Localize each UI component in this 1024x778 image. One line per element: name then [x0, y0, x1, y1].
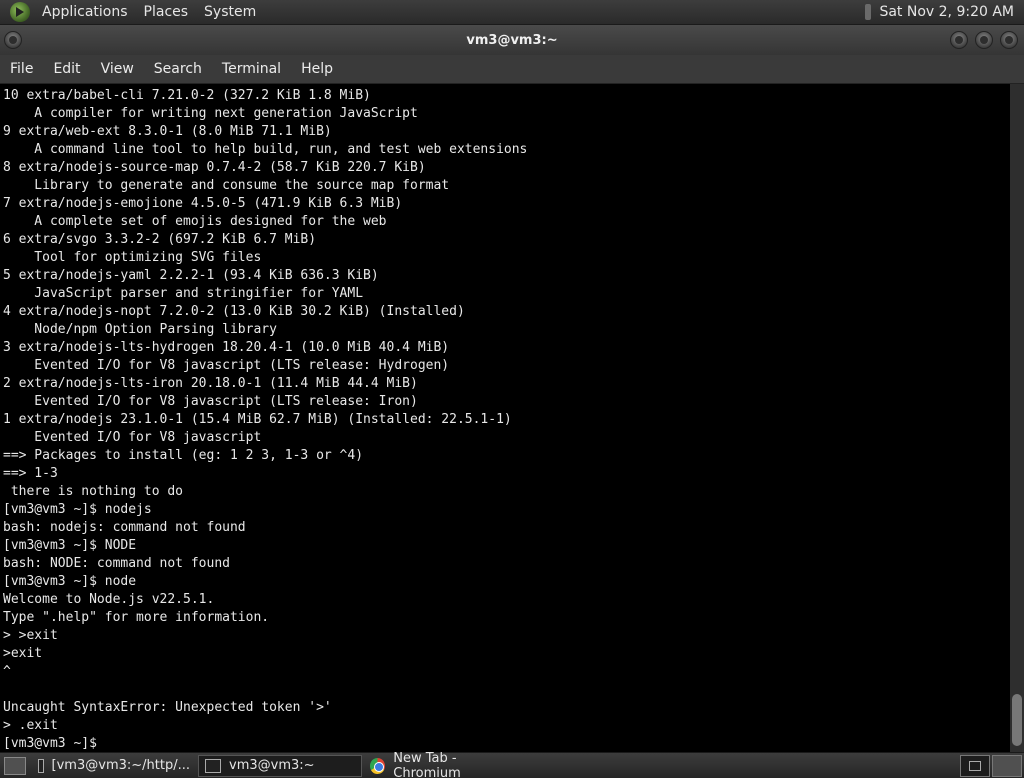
- window-menu-button[interactable]: [4, 31, 22, 49]
- applications-menu[interactable]: Applications: [34, 4, 136, 20]
- terminal-line: [vm3@vm3 ~]$: [3, 736, 97, 751]
- terminal-line: 3 extra/nodejs-lts-hydrogen 18.20.4-1 (1…: [3, 340, 450, 355]
- minimize-button[interactable]: [950, 31, 968, 49]
- taskbar-item-terminal-home[interactable]: vm3@vm3:~: [198, 754, 362, 777]
- menu-bar: File Edit View Search Terminal Help: [0, 55, 1024, 84]
- show-desktop-icon[interactable]: [4, 756, 26, 775]
- menu-help[interactable]: Help: [291, 61, 343, 77]
- window-title: vm3@vm3:~: [466, 32, 558, 48]
- terminal-line: Uncaught SyntaxError: Unexpected token '…: [3, 700, 332, 715]
- taskbar-item-chromium[interactable]: New Tab - Chromium: [364, 751, 528, 778]
- terminal-line: there is nothing to do: [3, 484, 184, 499]
- terminal-line: 7 extra/nodejs-emojione 4.5.0-5 (471.9 K…: [3, 196, 403, 211]
- menu-view[interactable]: View: [91, 61, 144, 77]
- terminal-line: 4 extra/nodejs-nopt 7.2.0-2 (13.0 KiB 30…: [3, 304, 465, 319]
- places-menu[interactable]: Places: [136, 4, 197, 20]
- terminal-line: Library to generate and consume the sour…: [3, 178, 450, 193]
- terminal-line: [vm3@vm3 ~]$ node: [3, 574, 137, 589]
- terminal-line: A compiler for writing next generation J…: [3, 106, 418, 121]
- terminal-line: 9 extra/web-ext 8.3.0-1 (8.0 MiB 71.1 Mi…: [3, 124, 332, 139]
- terminal-line: Welcome to Node.js v22.5.1.: [3, 592, 215, 607]
- taskbar-item-terminal-http[interactable]: [vm3@vm3:~/http/...: [32, 755, 196, 777]
- taskbar-item-label: [vm3@vm3:~/http/...: [51, 758, 190, 773]
- menu-search[interactable]: Search: [144, 61, 212, 77]
- distro-logo-icon[interactable]: [10, 2, 30, 22]
- terminal-line: Node/npm Option Parsing library: [3, 322, 277, 337]
- terminal-line: Tool for optimizing SVG files: [3, 250, 262, 265]
- bottom-panel: [vm3@vm3:~/http/... vm3@vm3:~ New Tab - …: [0, 751, 1024, 778]
- terminal-line: > .exit: [3, 718, 58, 733]
- scrollbar-thumb[interactable]: [1012, 694, 1022, 746]
- terminal-line: 10 extra/babel-cli 7.21.0-2 (327.2 KiB 1…: [3, 88, 371, 103]
- terminal-line: 2 extra/nodejs-lts-iron 20.18.0-1 (11.4 …: [3, 376, 418, 391]
- terminal-line: >exit: [3, 646, 43, 661]
- terminal-line: 5 extra/nodejs-yaml 2.2.2-1 (93.4 KiB 63…: [3, 268, 379, 283]
- tray-handle-icon: [865, 4, 872, 20]
- menu-file[interactable]: File: [0, 61, 43, 77]
- taskbar-item-label: vm3@vm3:~: [229, 758, 315, 773]
- close-button[interactable]: [1000, 31, 1018, 49]
- terminal-line: ==> Packages to install (eg: 1 2 3, 1-3 …: [3, 448, 364, 463]
- taskbar-item-label: New Tab - Chromium: [393, 750, 461, 778]
- menu-terminal[interactable]: Terminal: [212, 61, 291, 77]
- terminal-line: JavaScript parser and stringifier for YA…: [3, 286, 364, 301]
- menu-edit[interactable]: Edit: [43, 61, 90, 77]
- terminal-line: ^: [3, 664, 11, 679]
- clock[interactable]: Sat Nov 2, 9:20 AM: [879, 4, 1024, 20]
- terminal-line: > >exit: [3, 628, 58, 643]
- terminal-line: [vm3@vm3 ~]$ nodejs: [3, 502, 152, 517]
- terminal-icon: [38, 758, 44, 773]
- workspace-2[interactable]: [992, 754, 1022, 777]
- terminal-line: Evented I/O for V8 javascript: [3, 430, 262, 445]
- terminal-line: 6 extra/svgo 3.3.2-2 (697.2 KiB 6.7 MiB): [3, 232, 317, 247]
- workspace-window-icon: [969, 760, 981, 771]
- workspace-1[interactable]: [960, 754, 990, 777]
- terminal-line: A complete set of emojis designed for th…: [3, 214, 387, 229]
- top-panel: Applications Places System Sat Nov 2, 9:…: [0, 0, 1024, 25]
- terminal-icon: [205, 758, 221, 773]
- terminal-line: 8 extra/nodejs-source-map 0.7.4-2 (58.7 …: [3, 160, 426, 175]
- chromium-icon: [370, 757, 386, 774]
- terminal-line: Evented I/O for V8 javascript (LTS relea…: [3, 358, 450, 373]
- terminal-line: 1 extra/nodejs 23.1.0-1 (15.4 MiB 62.7 M…: [3, 412, 512, 427]
- terminal-line: [vm3@vm3 ~]$ NODE: [3, 538, 137, 553]
- terminal-line: A command line tool to help build, run, …: [3, 142, 528, 157]
- terminal-line: bash: nodejs: command not found: [3, 520, 246, 535]
- system-menu[interactable]: System: [196, 4, 264, 20]
- maximize-button[interactable]: [975, 31, 993, 49]
- terminal-line: bash: NODE: command not found: [3, 556, 230, 571]
- terminal-line: Evented I/O for V8 javascript (LTS relea…: [3, 394, 418, 409]
- terminal-line: ==> 1-3: [3, 466, 58, 481]
- terminal-scrollbar[interactable]: [1010, 84, 1024, 752]
- terminal-line: Type ".help" for more information.: [3, 610, 270, 625]
- window-title-bar[interactable]: vm3@vm3:~: [0, 25, 1024, 55]
- terminal-output[interactable]: 10 extra/babel-cli 7.21.0-2 (327.2 KiB 1…: [0, 84, 1010, 752]
